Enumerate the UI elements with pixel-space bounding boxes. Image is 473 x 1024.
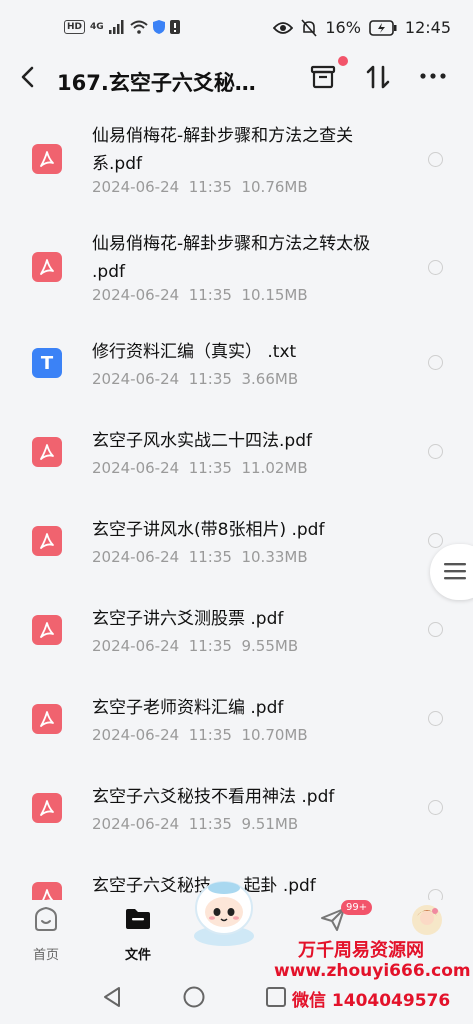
alert-icon (169, 20, 180, 34)
file-meta: 2024-06-24 11:35 3.66MB (92, 370, 299, 388)
file-item[interactable]: 仙易俏梅花-解卦步骤和方法之查关系.pdf 2024-06-24 11:35 1… (0, 120, 473, 202)
home-icon (35, 906, 57, 931)
sort-button[interactable] (365, 64, 391, 94)
hd-badge: HD (64, 20, 86, 34)
file-meta: 2024-06-24 11:35 10.33MB (92, 548, 308, 566)
select-radio[interactable] (428, 355, 443, 370)
file-name: 仙易俏梅花-解卦步骤和方法之查关系.pdf (92, 126, 354, 174)
menu-icon (444, 563, 466, 580)
file-meta: 2024-06-24 11:35 11.02MB (92, 459, 308, 477)
file-meta: 2024-06-24 11:35 10.76MB (92, 178, 308, 196)
notification-dot (338, 56, 348, 66)
file-item[interactable]: 玄空子六爻秘技不看用神法 .pdf 2024-06-24 11:35 9.51M… (0, 781, 473, 841)
eye-icon (273, 21, 294, 34)
chevron-left-icon (21, 66, 34, 88)
nav-back-icon[interactable] (101, 986, 123, 1008)
tab-profile[interactable] (410, 904, 444, 940)
shield-icon (152, 20, 165, 34)
pdf-symbol-icon (42, 889, 54, 900)
file-name: 玄空子老师资料汇编 .pdf (92, 698, 284, 718)
mute-bell-icon (301, 18, 317, 37)
avatar (412, 905, 442, 935)
nav-recents-icon[interactable] (266, 987, 286, 1007)
more-button[interactable] (420, 66, 446, 90)
file-name: 玄空子六爻秘技不看用神法 .pdf (92, 787, 335, 807)
file-item[interactable]: 玄空子老师资料汇编 .pdf 2024-06-24 11:35 10.70MB (0, 692, 473, 752)
system-nav-bar (0, 972, 473, 1024)
pdf-file-icon (32, 144, 62, 174)
watermark-line-1: 万千周易资源网 (298, 940, 424, 961)
file-item[interactable]: 玄空子讲六爻测股票 .pdf 2024-06-24 11:35 9.55MB (0, 603, 473, 663)
pdf-file-icon (32, 526, 62, 556)
assistant-mascot[interactable] (186, 874, 262, 950)
pdf-file-icon (32, 615, 62, 645)
archive-button[interactable] (310, 56, 348, 94)
file-name: 修行资料汇编（真实） .txt (92, 342, 297, 362)
pdf-symbol-icon (40, 800, 54, 816)
archive-icon (310, 65, 336, 89)
battery-percent: 16% (325, 18, 361, 37)
sort-icon (366, 65, 390, 89)
folder-icon (126, 909, 150, 929)
more-icon (420, 73, 446, 79)
app-header: 167.玄空子六爻秘… (0, 56, 473, 104)
wifi-icon (130, 20, 148, 34)
select-radio[interactable] (428, 800, 443, 815)
file-name: 仙易俏梅花-解卦步骤和方法之转太极 .pdf (92, 234, 371, 282)
pdf-file-icon (32, 793, 62, 823)
nav-home-icon[interactable] (183, 986, 205, 1008)
file-meta: 2024-06-24 11:35 9.51MB (92, 815, 299, 833)
pdf-symbol-icon (40, 711, 54, 727)
page-title: 167.玄空子六爻秘… (57, 71, 256, 95)
file-item[interactable]: 玄空子讲风水(带8张相片) .pdf 2024-06-24 11:35 10.3… (0, 514, 473, 574)
file-item[interactable]: 仙易俏梅花-解卦步骤和方法之转太极 .pdf 2024-06-24 11:35 … (0, 228, 473, 310)
file-item[interactable]: 玄空子风水实战二十四法.pdf 2024-06-24 11:35 11.02MB (0, 425, 473, 485)
pdf-file-icon (32, 437, 62, 467)
status-left: HD 4G (64, 20, 180, 34)
txt-file-icon: T (32, 348, 62, 378)
pdf-symbol-icon (40, 533, 54, 549)
clock: 12:45 (404, 18, 451, 37)
file-name: 玄空子讲六爻测股票 .pdf (92, 609, 284, 629)
select-radio[interactable] (428, 260, 443, 275)
file-meta: 2024-06-24 11:35 9.55MB (92, 637, 299, 655)
file-name: 玄空子讲风水(带8张相片) .pdf (92, 520, 325, 540)
file-meta: 2024-06-24 11:35 10.15MB (92, 286, 308, 304)
select-radio[interactable] (428, 711, 443, 726)
pdf-file-icon (32, 882, 62, 900)
status-bar: HD 4G 16% 12:45 (0, 0, 473, 58)
status-right: 16% 12:45 (273, 18, 451, 37)
tab-home[interactable]: 首页 (26, 906, 66, 963)
tab-home-label: 首页 (32, 948, 59, 963)
file-meta: 2024-06-24 11:35 10.70MB (92, 726, 308, 744)
select-radio[interactable] (428, 444, 443, 459)
side-menu-handle[interactable] (430, 544, 473, 600)
select-radio[interactable] (428, 533, 443, 548)
file-item[interactable]: T 修行资料汇编（真实） .txt 2024-06-24 11:35 3.66M… (0, 336, 473, 396)
robot-assistant-icon (194, 881, 254, 946)
tab-files[interactable]: 文件 (118, 906, 158, 963)
network-type: 4G (90, 22, 104, 32)
pdf-symbol-icon (40, 622, 54, 638)
file-name: 玄空子风水实战二十四法.pdf (92, 431, 312, 451)
battery-icon (369, 19, 397, 36)
signal-icon (108, 20, 124, 34)
pdf-symbol-icon (40, 151, 54, 167)
select-radio[interactable] (428, 622, 443, 637)
pdf-file-icon (32, 704, 62, 734)
select-radio[interactable] (428, 152, 443, 167)
back-button[interactable] (20, 66, 34, 94)
notification-count-badge: 99+ (341, 900, 373, 915)
pdf-symbol-icon (40, 444, 54, 460)
tab-files-label: 文件 (124, 948, 151, 963)
select-radio[interactable] (428, 889, 443, 900)
pdf-symbol-icon (40, 259, 54, 275)
pdf-file-icon (32, 252, 62, 282)
